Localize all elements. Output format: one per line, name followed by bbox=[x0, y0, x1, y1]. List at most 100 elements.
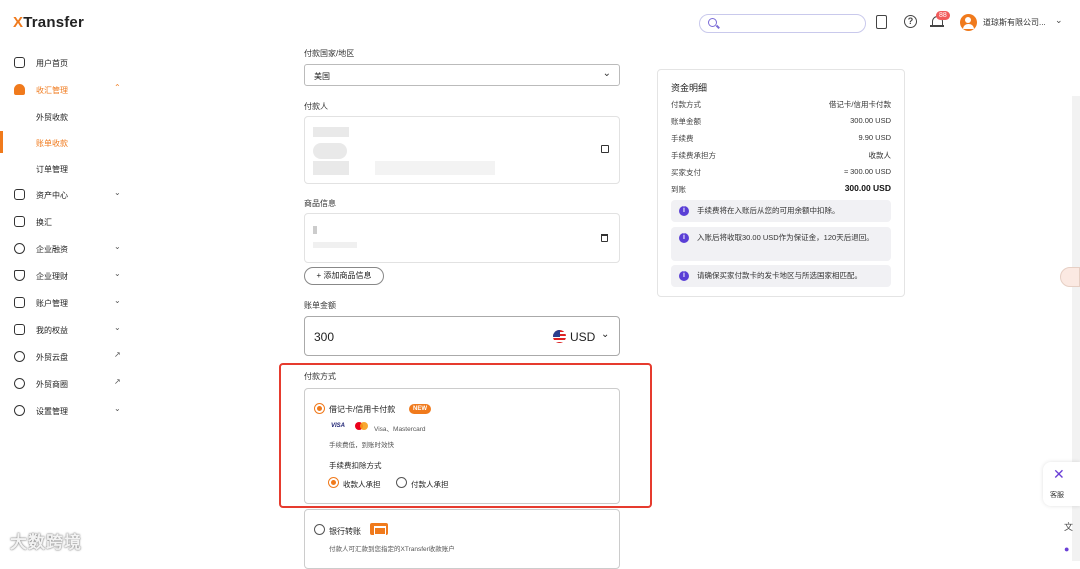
edit-icon[interactable] bbox=[601, 145, 609, 153]
logo-text: Transfer bbox=[23, 14, 85, 31]
chevron-down-icon: ⌄ bbox=[114, 404, 121, 413]
bank-transfer-option[interactable] bbox=[304, 509, 620, 569]
avatar[interactable] bbox=[960, 14, 977, 31]
sidebar-item-exchange[interactable]: 换汇 bbox=[0, 211, 140, 233]
sidebar-item-label: 企业理财 bbox=[36, 272, 68, 281]
summary-value: 9.90 USD bbox=[858, 133, 891, 142]
sidebar-item-trade-circle[interactable]: 外贸商圈 ↗ bbox=[0, 373, 140, 395]
redacted-block bbox=[313, 226, 317, 234]
fee-method-label: 手续费扣除方式 bbox=[329, 461, 382, 470]
sidebar-item-label: 账户管理 bbox=[36, 299, 68, 308]
summary-label: 手续费 bbox=[671, 134, 694, 143]
info-note-text: 入账后将收取30.00 USD作为保证金，120天后退回。 bbox=[697, 233, 874, 242]
info-note: i 手续费将在入账后从您的可用余额中扣除。 bbox=[671, 200, 891, 222]
search-input[interactable] bbox=[699, 14, 866, 33]
search-icon bbox=[708, 18, 717, 27]
sidebar-item-collection[interactable]: 收汇管理 ⌃ bbox=[0, 79, 140, 101]
translate-icon[interactable]: 文 bbox=[1064, 520, 1073, 533]
redacted-block bbox=[313, 143, 347, 159]
card-description: 手续费低，到账时效快 bbox=[329, 442, 394, 449]
trash-icon[interactable] bbox=[601, 234, 608, 242]
visa-icon: VISA bbox=[331, 423, 346, 429]
widget-icon[interactable]: ● bbox=[1064, 544, 1069, 554]
exchange-icon bbox=[14, 216, 25, 227]
chevron-down-icon: ⌄ bbox=[114, 269, 121, 278]
sidebar-item-label: 收汇管理 bbox=[36, 86, 68, 95]
shield-icon bbox=[14, 270, 25, 281]
sidebar-item-settings[interactable]: 设置管理 ⌄ bbox=[0, 400, 140, 422]
sidebar-item-wealth[interactable]: 企业理财 ⌄ bbox=[0, 265, 140, 287]
chevron-up-icon: ⌃ bbox=[114, 83, 121, 92]
card-brands: Visa、Mastercard bbox=[374, 426, 426, 433]
fee-payer-radio[interactable] bbox=[396, 477, 407, 488]
summary-value: 收款人 bbox=[868, 151, 892, 160]
redacted-block bbox=[313, 242, 357, 248]
card-payment-label: 借记卡/信用卡付款 bbox=[329, 405, 396, 414]
sidebar-subitem-trade-collection[interactable]: 外贸收款 bbox=[36, 112, 68, 123]
card-payment-radio[interactable] bbox=[314, 403, 325, 414]
chevron-down-icon: ⌄ bbox=[114, 296, 121, 305]
sidebar-item-home[interactable]: 用户首页 bbox=[0, 52, 140, 74]
sidebar-item-label: 外贸云盘 bbox=[36, 353, 68, 362]
sidebar-item-label: 我的权益 bbox=[36, 326, 68, 335]
service-logo-icon: ✕ bbox=[1053, 466, 1065, 482]
bank-transfer-radio[interactable] bbox=[314, 524, 325, 535]
sidebar-subitem-orders[interactable]: 订单管理 bbox=[36, 164, 68, 175]
payer-card bbox=[304, 116, 620, 184]
summary-value: 300.00 USD bbox=[850, 116, 891, 125]
fee-receiver-radio[interactable] bbox=[328, 477, 339, 488]
document-icon[interactable] bbox=[876, 15, 887, 29]
fee-payer-label: 付款人承担 bbox=[411, 480, 449, 489]
sidebar-item-accounts[interactable]: 账户管理 ⌄ bbox=[0, 292, 140, 314]
summary-value: ≈ 300.00 USD bbox=[843, 167, 891, 176]
watermark: 大数跨境 bbox=[10, 533, 82, 552]
active-indicator bbox=[0, 131, 3, 153]
mastercard-icon bbox=[355, 422, 369, 431]
summary-label: 手续费承担方 bbox=[671, 151, 716, 160]
company-name[interactable]: 道琼斯有限公司... bbox=[983, 17, 1046, 28]
country-select[interactable]: 美国 ⌄ bbox=[304, 64, 620, 86]
summary-label: 买家支付 bbox=[671, 168, 701, 177]
amount-label: 账单金额 bbox=[304, 301, 336, 310]
wallet-icon bbox=[14, 189, 25, 200]
sidebar-item-label: 用户首页 bbox=[36, 59, 68, 68]
amount-value: 300 bbox=[314, 330, 335, 344]
payment-method-label: 付款方式 bbox=[304, 372, 336, 381]
add-goods-button[interactable]: + 添加商品信息 bbox=[304, 267, 384, 285]
us-flag-icon bbox=[553, 330, 566, 343]
currency-value[interactable]: USD bbox=[570, 330, 595, 344]
help-icon[interactable]: ? bbox=[904, 15, 917, 28]
payer-label: 付款人 bbox=[304, 102, 328, 111]
sidebar-item-financing[interactable]: 企业融资 ⌄ bbox=[0, 238, 140, 260]
external-link-icon: ↗ bbox=[114, 350, 121, 359]
sidebar-item-cloud[interactable]: 外贸云盘 ↗ bbox=[0, 346, 140, 368]
sidebar-item-benefits[interactable]: 我的权益 ⌄ bbox=[0, 319, 140, 341]
gear-icon bbox=[14, 405, 25, 416]
home-icon bbox=[14, 57, 25, 68]
country-value: 美国 bbox=[314, 72, 330, 81]
info-note-text: 请确保买家付款卡的发卡地区与所选国家相匹配。 bbox=[697, 271, 862, 280]
assistant-avatar-icon[interactable] bbox=[1060, 267, 1080, 287]
goods-card bbox=[304, 213, 620, 263]
sidebar-item-label: 外贸商圈 bbox=[36, 380, 68, 389]
info-note: i 入账后将收取30.00 USD作为保证金，120天后退回。 bbox=[671, 227, 891, 261]
sidebar-item-label: 资产中心 bbox=[36, 191, 68, 200]
info-note-text: 手续费将在入账后从您的可用余额中扣除。 bbox=[697, 206, 840, 215]
cloud-icon bbox=[14, 351, 25, 362]
redacted-block bbox=[375, 161, 495, 175]
sidebar-item-label: 设置管理 bbox=[36, 407, 68, 416]
sidebar-subitem-bill-collection[interactable]: 账单收款 bbox=[36, 138, 68, 149]
logo-x: X bbox=[13, 14, 24, 31]
amount-input[interactable]: 300 USD ⌄ bbox=[304, 316, 620, 356]
xtransfer-logo[interactable]: XTransfer bbox=[13, 14, 84, 31]
customer-service-button[interactable]: ✕ 客服 bbox=[1043, 462, 1080, 506]
eye-icon bbox=[14, 378, 25, 389]
info-note: i 请确保买家付款卡的发卡地区与所选国家相匹配。 bbox=[671, 265, 891, 287]
summary-total-value: 300.00 USD bbox=[844, 183, 891, 193]
chevron-down-icon[interactable]: ⌄ bbox=[1055, 15, 1063, 26]
chevron-down-icon: ⌄ bbox=[114, 188, 121, 197]
sidebar-item-label: 换汇 bbox=[36, 218, 52, 227]
chevron-down-icon[interactable]: ⌄ bbox=[601, 329, 609, 340]
sidebar-item-assets[interactable]: 资产中心 ⌄ bbox=[0, 184, 140, 206]
new-badge: NEW bbox=[409, 404, 431, 414]
